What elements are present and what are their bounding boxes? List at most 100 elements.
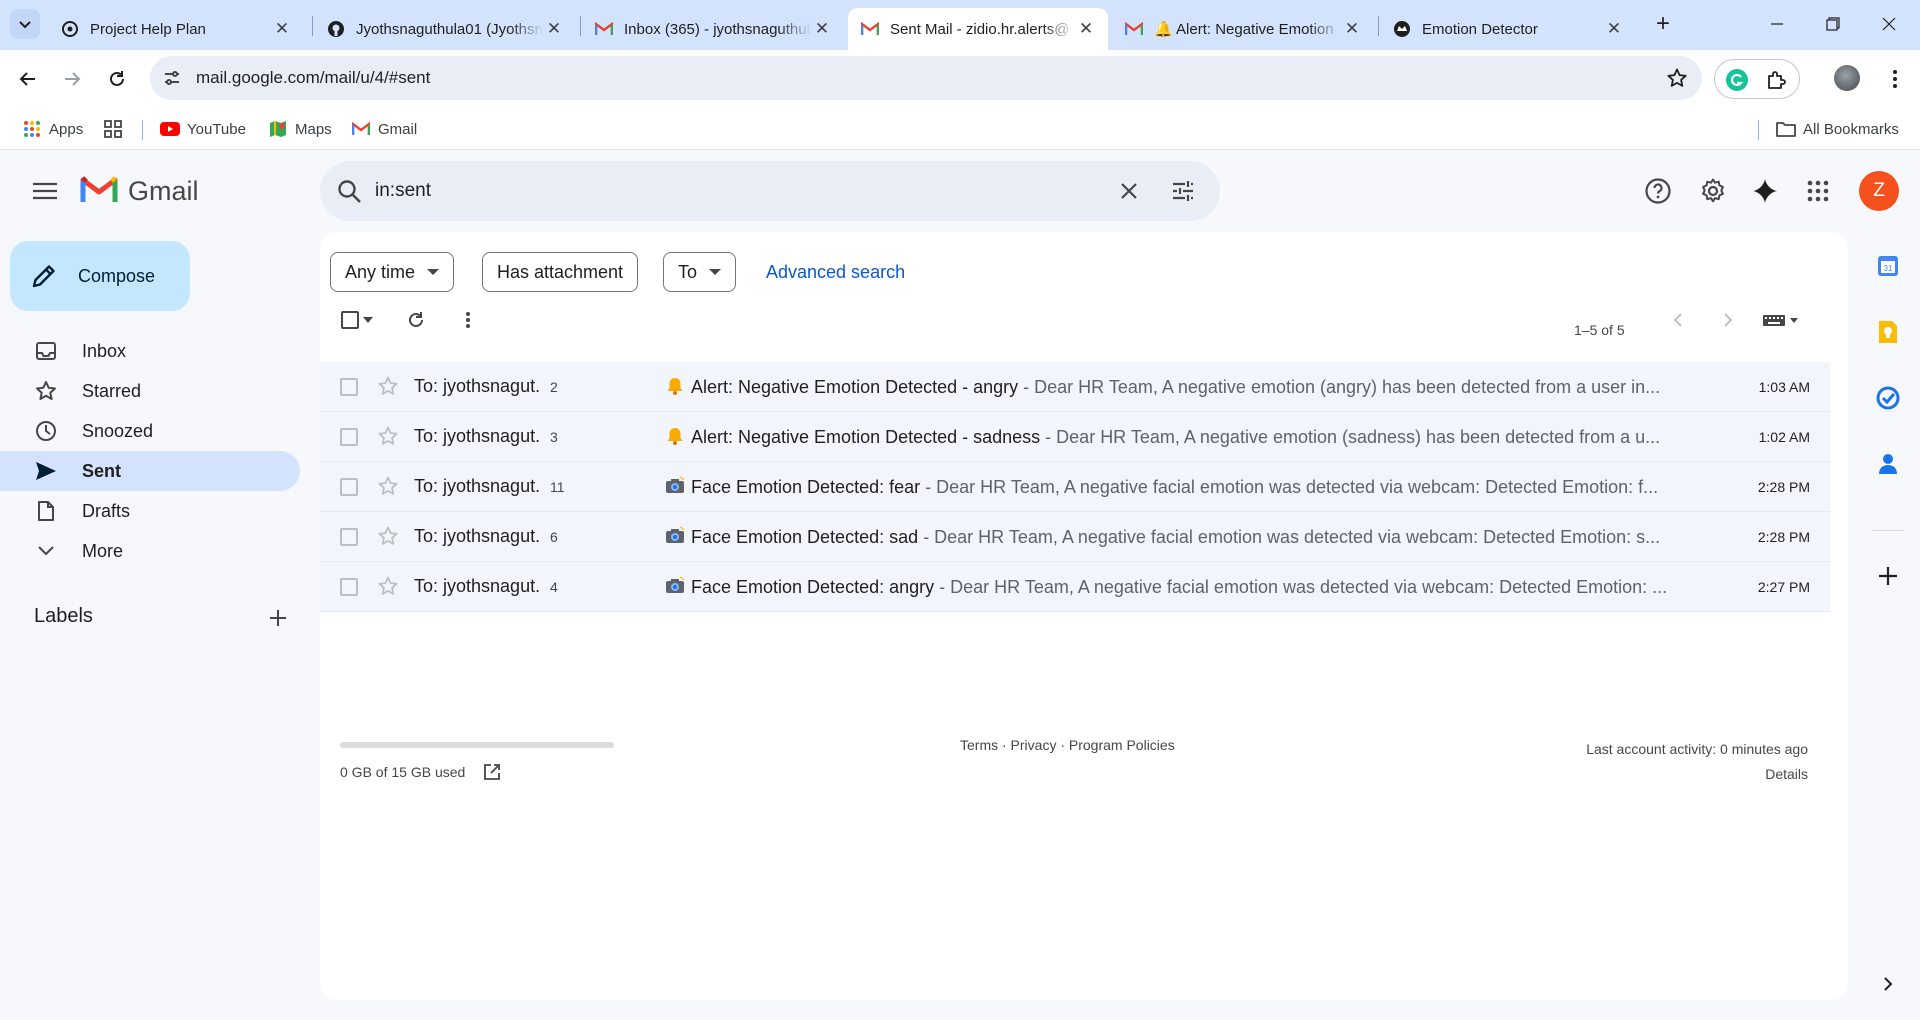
nav-item-drafts[interactable]: Drafts [0,491,300,531]
tab-close-icon[interactable]: ✕ [272,19,292,39]
grammarly-extension-icon[interactable] [1725,68,1749,92]
browser-tab[interactable]: Inbox (365) - jyothsnaguthula ✕ [582,8,844,50]
back-icon[interactable] [13,64,43,94]
newer-page-icon[interactable] [1664,306,1692,334]
chevron-down-icon [34,539,58,563]
email-row[interactable]: To: jyothsnagut. 3 Alert: Negative Emotion… [320,412,1830,462]
more-options-icon[interactable] [454,306,482,334]
browser-profile-avatar[interactable] [1834,65,1860,91]
email-row[interactable]: To: jyothsnagut. 6 Face Emotion Detected: … [320,512,1830,562]
email-subject: Alert: Negative Emotion Detected - angry [691,377,1019,397]
google-apps-icon[interactable] [1800,173,1836,209]
email-row[interactable]: To: jyothsnagut. 11 Face Emotion Detected:… [320,462,1830,512]
select-dropdown-icon[interactable] [360,306,376,334]
address-bar[interactable]: mail.google.com/mail/u/4/#sent [150,56,1702,100]
minimize-button[interactable] [1752,0,1802,48]
email-row[interactable]: To: jyothsnagut. 2 Alert: Negative Emotion… [320,362,1830,412]
bookmark-star-icon[interactable] [1666,67,1688,89]
browser-tab[interactable]: Project Help Plan ✕ [48,8,304,50]
advanced-search-link[interactable]: Advanced search [766,262,905,283]
nav-item-snoozed[interactable]: Snoozed [0,411,300,451]
all-bookmarks-button[interactable]: All Bookmarks [1776,118,1899,140]
search-icon[interactable] [336,178,364,206]
bookmark-youtube[interactable]: YouTube [160,118,246,140]
tab-close-icon[interactable]: ✕ [1076,19,1096,39]
bookmark-apps[interactable]: Apps [22,118,83,140]
nav-item-more[interactable]: More [0,531,300,571]
compose-button[interactable]: Compose [10,241,190,311]
browser-tab[interactable]: Emotion Detector ✕ [1380,8,1636,50]
tab-close-icon[interactable]: ✕ [812,19,832,39]
nav-item-sent[interactable]: Sent [0,451,300,491]
row-checkbox[interactable] [340,478,358,496]
tab-divider [312,16,313,36]
keep-icon[interactable] [1874,318,1902,346]
contacts-icon[interactable] [1874,450,1902,478]
row-checkbox[interactable] [340,528,358,546]
clear-search-icon[interactable] [1115,177,1143,205]
gmail-logo[interactable]: Gmail [80,174,199,209]
star-icon[interactable] [377,425,401,449]
browser-tab[interactable]: Jyothsnaguthula01 (Jyothsna ✕ [314,8,576,50]
nav-item-starred[interactable]: Starred [0,371,300,411]
calendar-icon[interactable]: 31 [1874,252,1902,280]
details-link[interactable]: Details [1586,762,1808,787]
mail-search-bar[interactable]: in:sent [320,161,1220,221]
email-content: Alert: Negative Emotion Detected - angry… [665,376,1715,398]
browser-menu-icon[interactable] [1880,64,1910,94]
row-checkbox[interactable] [340,578,358,596]
footer-links[interactable]: Terms · Privacy · Program Policies [960,737,1175,753]
add-addon-icon[interactable] [1874,562,1902,590]
select-all-checkbox[interactable] [340,306,360,334]
main-menu-icon[interactable] [30,176,60,206]
refresh-icon[interactable] [402,306,430,334]
tasks-icon[interactable] [1874,384,1902,412]
input-tools-keyboard-icon[interactable] [1760,306,1804,334]
tab-close-icon[interactable]: ✕ [544,19,564,39]
extensions-puzzle-icon[interactable] [1765,68,1789,92]
site-info-icon[interactable] [162,68,182,88]
bookmark-label: Apps [49,120,84,138]
folder-icon [1776,119,1796,139]
maps-icon [268,119,288,139]
nav-item-inbox[interactable]: Inbox [0,331,300,371]
browser-tab-active[interactable]: Sent Mail - zidio.hr.alerts@ ✕ [848,8,1108,50]
tab-close-icon[interactable]: ✕ [1604,19,1624,39]
tab-title: Emotion Detector [1422,20,1538,38]
row-checkbox[interactable] [340,428,358,446]
reload-icon[interactable] [102,64,132,94]
bookmark-maps[interactable]: Maps [268,118,332,140]
help-icon[interactable] [1640,173,1676,209]
search-input[interactable]: in:sent [375,180,431,202]
send-icon [34,459,58,483]
bookmark-gmail[interactable]: Gmail [351,118,417,140]
email-snippet: Dear HR Team, A negative facial emotion … [936,477,1659,497]
row-checkbox[interactable] [340,378,358,396]
tab-search-icon[interactable] [10,9,40,39]
filter-to[interactable]: To [663,252,737,292]
bookmark-tab-groups[interactable] [103,118,130,140]
bell-emoji-icon [665,377,691,397]
older-page-icon[interactable] [1714,306,1742,334]
search-options-icon[interactable] [1169,177,1197,205]
filter-any-time[interactable]: Any time [330,252,455,292]
settings-gear-icon[interactable] [1695,173,1731,209]
star-icon[interactable] [377,575,401,599]
account-activity: Last account activity: 0 minutes ago Det… [1586,737,1808,787]
external-link-icon[interactable] [483,763,501,781]
gemini-sparkle-icon[interactable] [1747,173,1783,209]
star-icon[interactable] [377,475,401,499]
filter-has-attachment[interactable]: Has attachment [482,252,639,292]
restore-button[interactable] [1808,0,1858,48]
forward-icon[interactable] [57,64,87,94]
account-avatar[interactable]: Z [1859,171,1899,211]
close-window-button[interactable] [1864,0,1914,48]
tab-close-icon[interactable]: ✕ [1342,19,1362,39]
expand-side-panel-icon[interactable] [1874,970,1902,998]
star-icon[interactable] [377,525,401,549]
star-icon[interactable] [377,375,401,399]
email-row[interactable]: To: jyothsnagut. 4 Face Emotion Detected: … [320,562,1830,612]
browser-tab[interactable]: 🔔 Alert: Negative Emotion ✕ [1112,8,1374,50]
new-tab-button[interactable]: + [1650,10,1676,37]
add-label-icon[interactable] [264,604,292,632]
